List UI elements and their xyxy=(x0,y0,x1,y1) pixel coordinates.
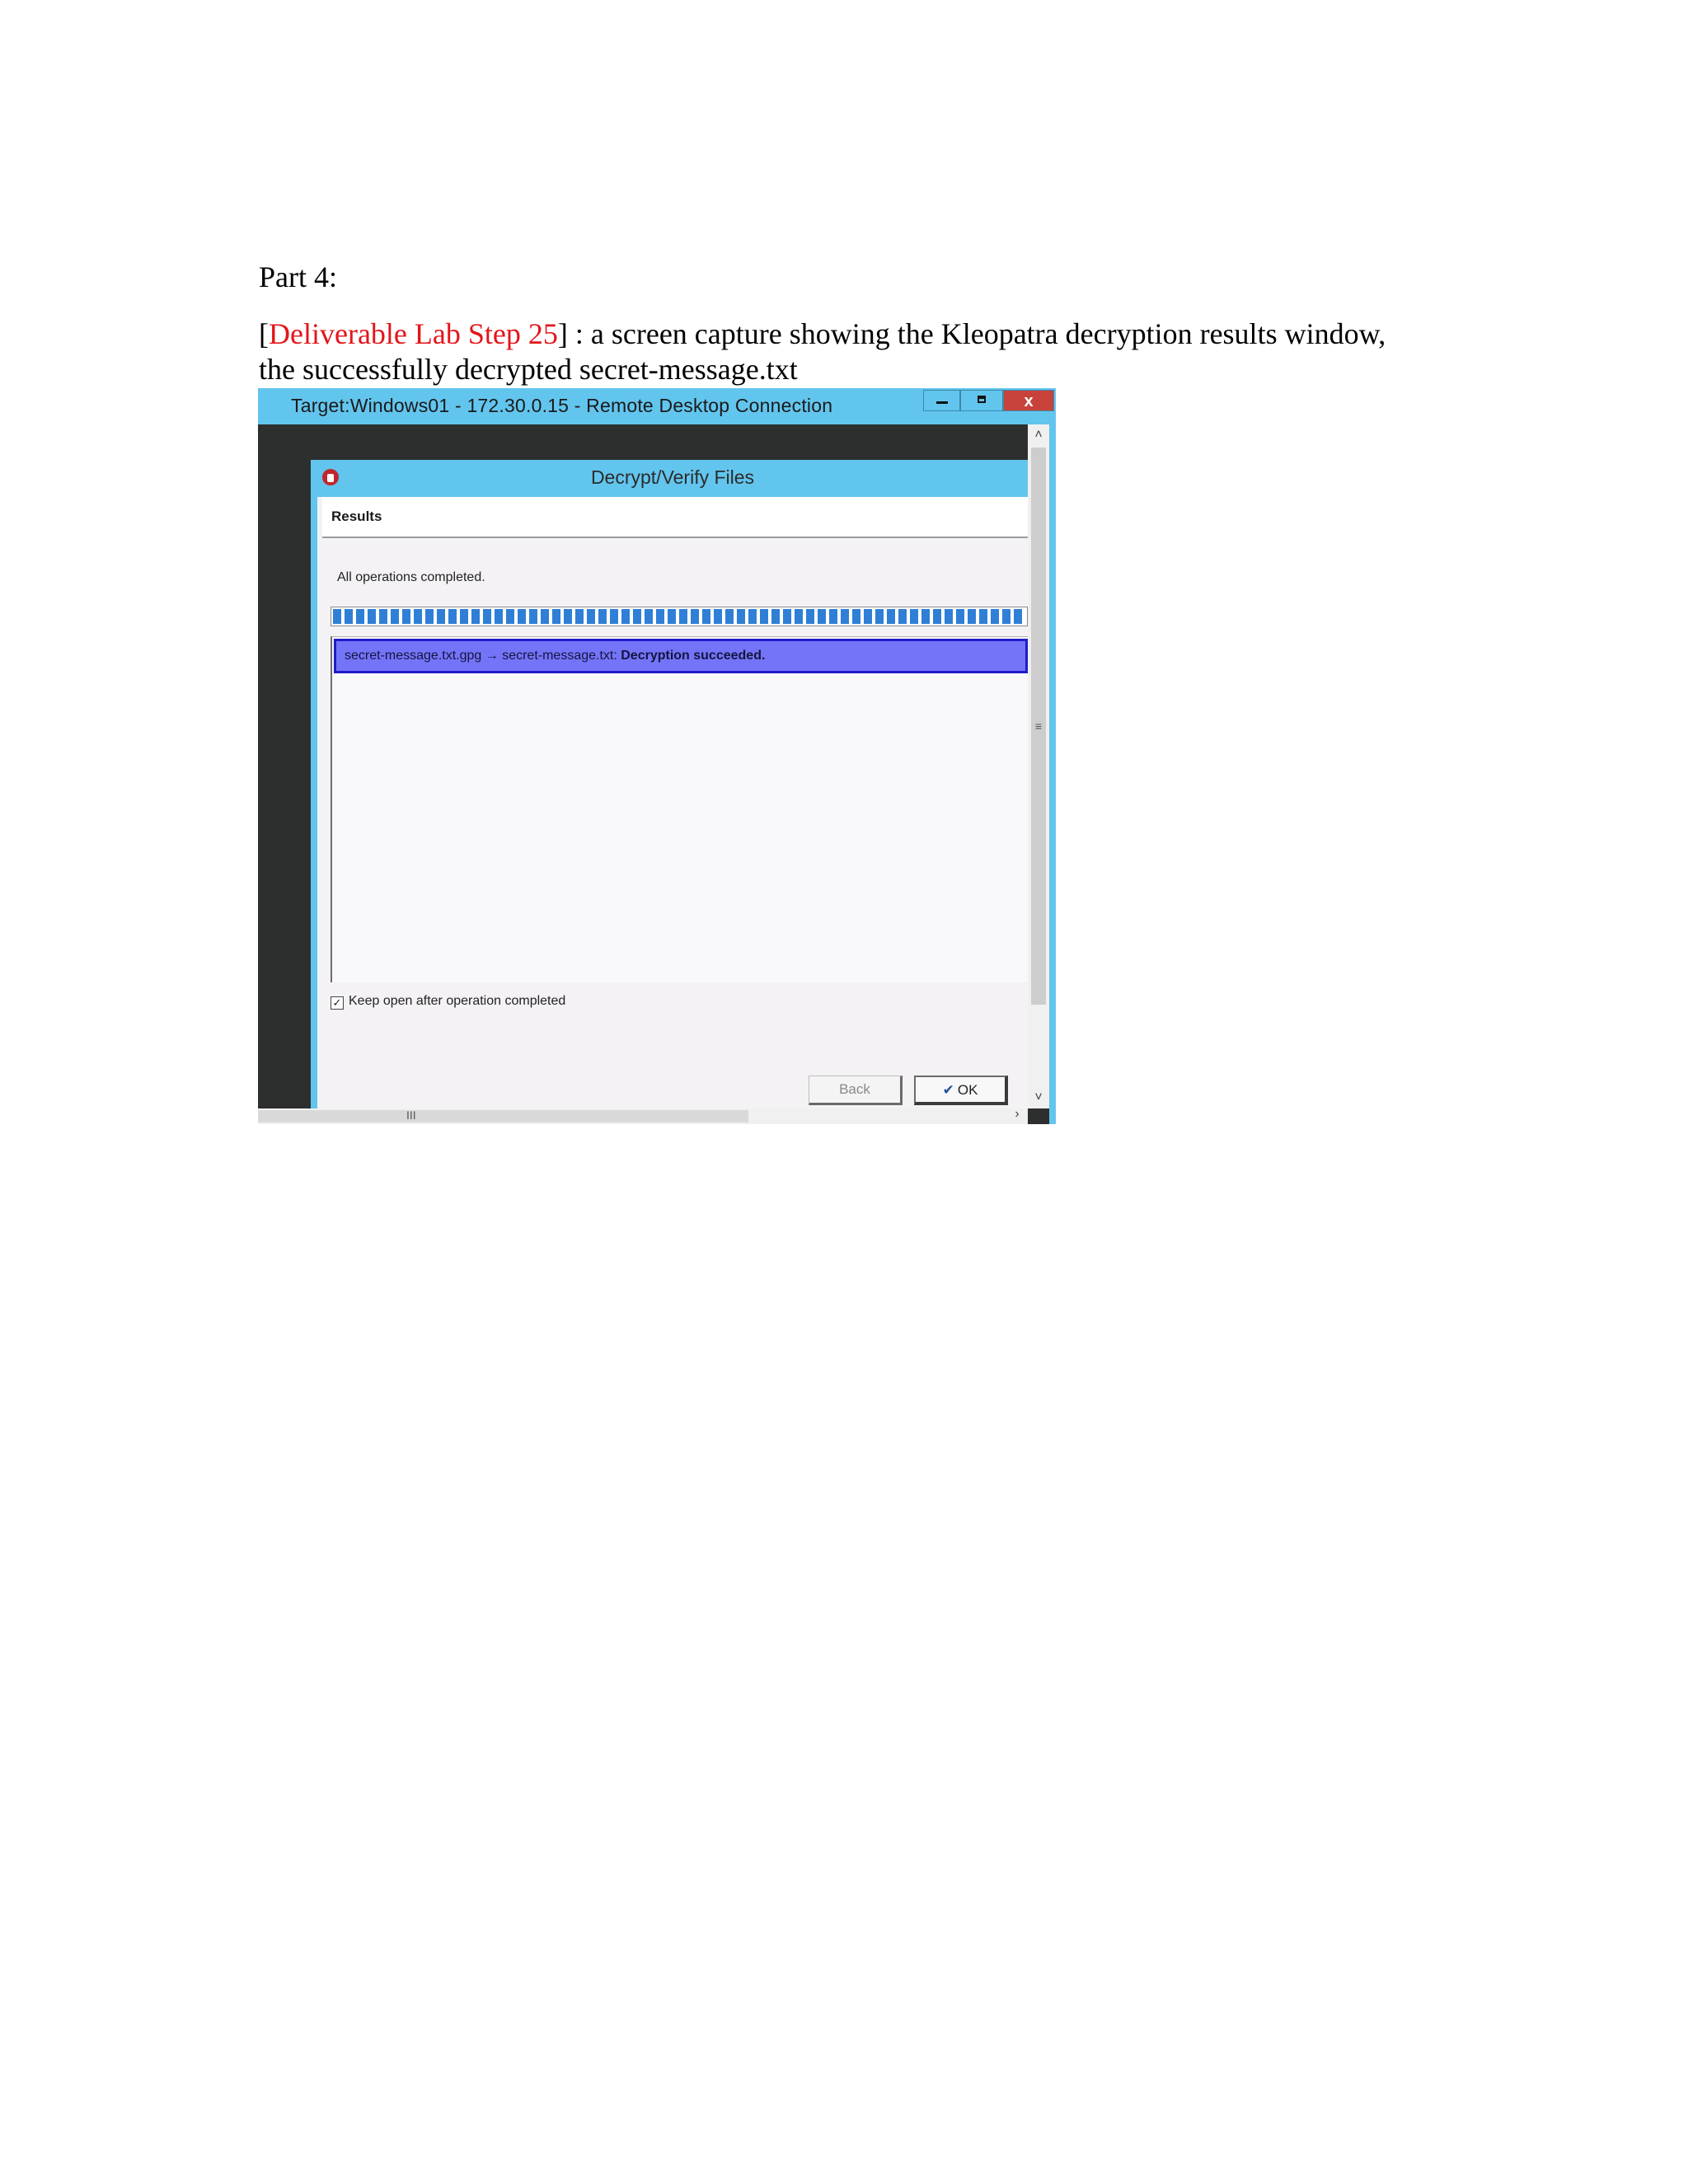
close-button[interactable]: x xyxy=(1003,390,1054,411)
result-file-mapping: secret-message.txt.gpg → secret-message.… xyxy=(345,649,621,663)
grip-icon: ≡ xyxy=(1034,719,1043,733)
vertical-scroll-thumb[interactable]: ≡ xyxy=(1031,448,1046,1005)
caption-bracket-open: [ xyxy=(259,317,269,350)
minimize-button[interactable] xyxy=(923,390,960,411)
scroll-down-icon[interactable]: ˅ xyxy=(1028,1087,1049,1108)
vertical-scrollbar[interactable]: ˄ ≡ ˅ xyxy=(1028,424,1049,1108)
rdp-window-border xyxy=(1049,424,1056,1124)
deliverable-step-label: Deliverable Lab Step 25 xyxy=(269,317,558,350)
decrypt-verify-dialog: Decrypt/Verify Files Results All operati… xyxy=(311,460,1028,1108)
results-section-title: Results xyxy=(331,509,382,524)
figure-caption: [Deliverable Lab Step 25] : a screen cap… xyxy=(259,316,1413,387)
dialog-title: Decrypt/Verify Files xyxy=(590,466,755,488)
results-list[interactable]: secret-message.txt.gpg → secret-message.… xyxy=(331,636,1028,982)
section-heading: Part 4: xyxy=(259,260,337,293)
minimize-icon xyxy=(936,401,948,404)
keep-open-option[interactable]: ✓ Keep open after operation completed xyxy=(331,994,565,1010)
remote-desktop-window: Target:Windows01 - 172.30.0.15 - Remote … xyxy=(258,388,1056,1124)
keep-open-checkbox[interactable]: ✓ xyxy=(331,996,344,1010)
result-row-decryption[interactable]: secret-message.txt.gpg → secret-message.… xyxy=(334,639,1028,673)
ok-button[interactable]: ✔ OK xyxy=(914,1076,1008,1105)
scroll-right-icon[interactable]: › xyxy=(1006,1107,1028,1122)
scroll-up-icon[interactable]: ˄ xyxy=(1028,424,1049,446)
grip-icon: III xyxy=(406,1108,416,1122)
result-status: Decryption succeeded. xyxy=(621,649,766,663)
progress-bar xyxy=(331,607,1028,626)
progress-bar-fill xyxy=(333,609,1025,624)
dialog-titlebar: Decrypt/Verify Files xyxy=(317,460,1028,497)
checkmark-icon: ✔ xyxy=(942,1082,954,1098)
back-button[interactable]: Back xyxy=(809,1076,903,1105)
maximize-button[interactable] xyxy=(960,390,1003,411)
horizontal-scrollbar[interactable]: III › xyxy=(258,1107,1028,1124)
results-header: Results xyxy=(322,497,1028,538)
maximize-icon xyxy=(978,396,986,403)
keep-open-label: Keep open after operation completed xyxy=(349,994,566,1008)
ok-button-label: OK xyxy=(957,1082,978,1098)
horizontal-scroll-thumb[interactable]: III xyxy=(258,1108,748,1122)
operations-status: All operations completed. xyxy=(337,570,485,584)
rdp-titlebar: Target:Windows01 - 172.30.0.15 - Remote … xyxy=(258,388,1056,424)
rdp-window-title: Target:Windows01 - 172.30.0.15 - Remote … xyxy=(291,395,833,416)
